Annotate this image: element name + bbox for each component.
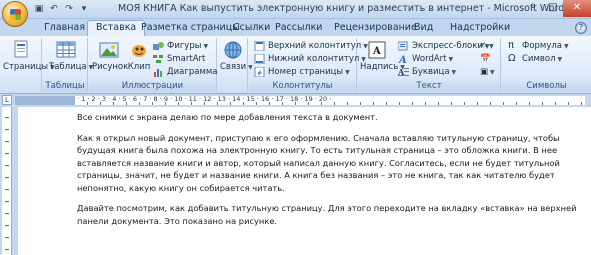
group-label-header-footer: Колонтитулы [249, 81, 356, 92]
chart-button[interactable]: Диаграмма [153, 66, 217, 78]
symbol-button[interactable]: Ω Символ ▼ [508, 53, 562, 65]
pages-button[interactable]: Страницы ▼ [3, 39, 55, 72]
header-button[interactable]: Верхний колонтитул ▼ [254, 40, 368, 52]
redo-icon[interactable]: ↷ [63, 3, 75, 15]
page-number-icon: # [254, 66, 265, 77]
group-pages: Страницы ▼ [0, 38, 55, 92]
undo-icon[interactable]: ↶ [48, 3, 60, 15]
paragraph: Давайте посмотрим, как добавить титульну… [77, 203, 577, 226]
tab-home[interactable]: Главная [44, 21, 85, 36]
window-controls: – □ ✕ [523, 0, 591, 17]
clipart-icon [132, 45, 146, 57]
group-text: A Надпись ▼ Экспресс-блоки ▼ A WordArt ▼ A Бу… [358, 38, 501, 92]
close-button[interactable]: ✕ [563, 0, 591, 17]
group-links: Связи ▼ [218, 38, 253, 92]
group-label-symbols: Символы [502, 81, 591, 92]
table-button[interactable]: Таблица ▼ [49, 39, 93, 72]
horizontal-ruler[interactable]: · 1 · 2 · 3 · 4 · 5 · 6 · 7 · 8 · 9 · 10… [15, 95, 585, 105]
chart-icon [154, 68, 162, 77]
quick-parts-button[interactable]: Экспресс-блоки ▼ [398, 40, 490, 52]
textbox-button[interactable]: A Надпись ▼ [360, 39, 405, 72]
signature-line-icon[interactable]: ✍ ▼ [480, 40, 494, 52]
tab-references[interactable]: Ссылки [233, 21, 270, 36]
textbox-icon: A [368, 41, 386, 59]
clip-button[interactable]: Клип [127, 39, 151, 72]
maximize-button[interactable]: □ [543, 0, 563, 17]
globe-link-icon [224, 41, 242, 59]
office-logo-icon [10, 9, 21, 20]
links-button[interactable]: Связи ▼ [220, 39, 253, 72]
svg-text:A: A [398, 55, 407, 64]
wordart-icon: A [398, 55, 407, 64]
footer-icon [254, 53, 265, 64]
ruler-left-margin [15, 96, 75, 105]
ruler-row: L · 1 · 2 · 3 · 4 · 5 · 6 · 7 · 8 · 9 · … [0, 95, 591, 106]
quick-parts-icon [398, 41, 408, 50]
tab-view[interactable]: Вид [414, 21, 433, 36]
picture-icon [99, 42, 119, 58]
date-time-icon[interactable]: 📅 [480, 53, 491, 65]
tab-selector[interactable]: L [2, 95, 12, 105]
vertical-ruler[interactable] [2, 107, 12, 255]
ribbon-tabs: Главная Вставка Разметка страницы Ссылки… [0, 19, 591, 36]
group-label-tables: Таблицы [43, 81, 87, 92]
paragraph: Все снимки с экрана делаю по мере добавл… [77, 112, 378, 122]
group-header-footer: Верхний колонтитул ▼ Нижний колонтитул ▼ #… [249, 38, 368, 92]
document-page[interactable]: Все снимки с экрана делаю по мере добавл… [18, 107, 591, 255]
ribbon: Страницы ▼ Таблица ▼ Таблицы Рисунок Клип … [0, 36, 591, 94]
wordart-button[interactable]: A WordArt ▼ [398, 53, 453, 65]
smartart-button[interactable]: SmartArt [153, 53, 205, 65]
picture-button[interactable]: Рисунок [92, 39, 128, 72]
shapes-button[interactable]: Фигуры ▼ [153, 40, 208, 52]
title-bar: ▣ ↶ ↷ ▾ МОЯ КНИГА Как выпустить электрон… [0, 0, 591, 27]
tab-review[interactable]: Рецензирование [334, 21, 417, 36]
smartart-icon [153, 54, 163, 63]
help-icon[interactable]: ? [575, 22, 587, 34]
svg-text:#: # [257, 70, 262, 77]
header-icon [254, 40, 265, 51]
tab-mailings[interactable]: Рассылки [275, 21, 322, 36]
window-title: МОЯ КНИГА Как выпустить электронную книг… [118, 3, 591, 14]
tab-insert[interactable]: Вставка [87, 20, 146, 36]
pages-icon [14, 40, 28, 58]
minimize-button[interactable]: – [523, 0, 543, 17]
ruler-numbers: · 1 · 2 · 3 · 4 · 5 · 6 · 7 · 8 · 9 · 10… [75, 95, 332, 103]
document-body[interactable]: Все снимки с экрана делаю по мере добавл… [77, 111, 577, 235]
omega-icon: Ω [508, 52, 516, 64]
tab-page-layout[interactable]: Разметка страницы [141, 21, 240, 36]
paragraph: Как я открыл новый документ, приступаю к… [77, 132, 560, 193]
group-illustrations: Рисунок Клип Фигуры ▼ SmartArt Диаграмма … [89, 38, 217, 92]
group-label-text: Текст [358, 81, 500, 92]
svg-text:A: A [372, 46, 381, 57]
pi-icon: π [508, 39, 515, 51]
formula-button[interactable]: π Формула ▼ [508, 40, 569, 52]
office-button[interactable] [2, 1, 28, 27]
drop-cap-icon: A [398, 67, 409, 77]
drop-cap-button[interactable]: A Буквица ▼ [398, 66, 456, 78]
customize-qat-icon[interactable]: ▾ [78, 3, 90, 15]
page-number-button[interactable]: # Номер страницы ▼ [254, 66, 350, 78]
save-icon[interactable]: ▣ [33, 3, 45, 15]
group-symbols: π Формула ▼ Ω Символ ▼ Символы [502, 38, 591, 92]
group-tables: Таблица ▼ Таблицы [43, 38, 93, 92]
document-area: Все снимки с экрана делаю по мере добавл… [14, 107, 591, 255]
shapes-icon [153, 41, 164, 50]
object-icon[interactable]: ▣ ▼ [480, 66, 495, 78]
group-label-illustrations: Иллюстрации [89, 81, 216, 92]
quick-access-toolbar: ▣ ↶ ↷ ▾ [33, 3, 90, 15]
tab-addins[interactable]: Надстройки [450, 21, 510, 36]
table-icon [56, 41, 76, 58]
footer-button[interactable]: Нижний колонтитул ▼ [254, 53, 366, 65]
